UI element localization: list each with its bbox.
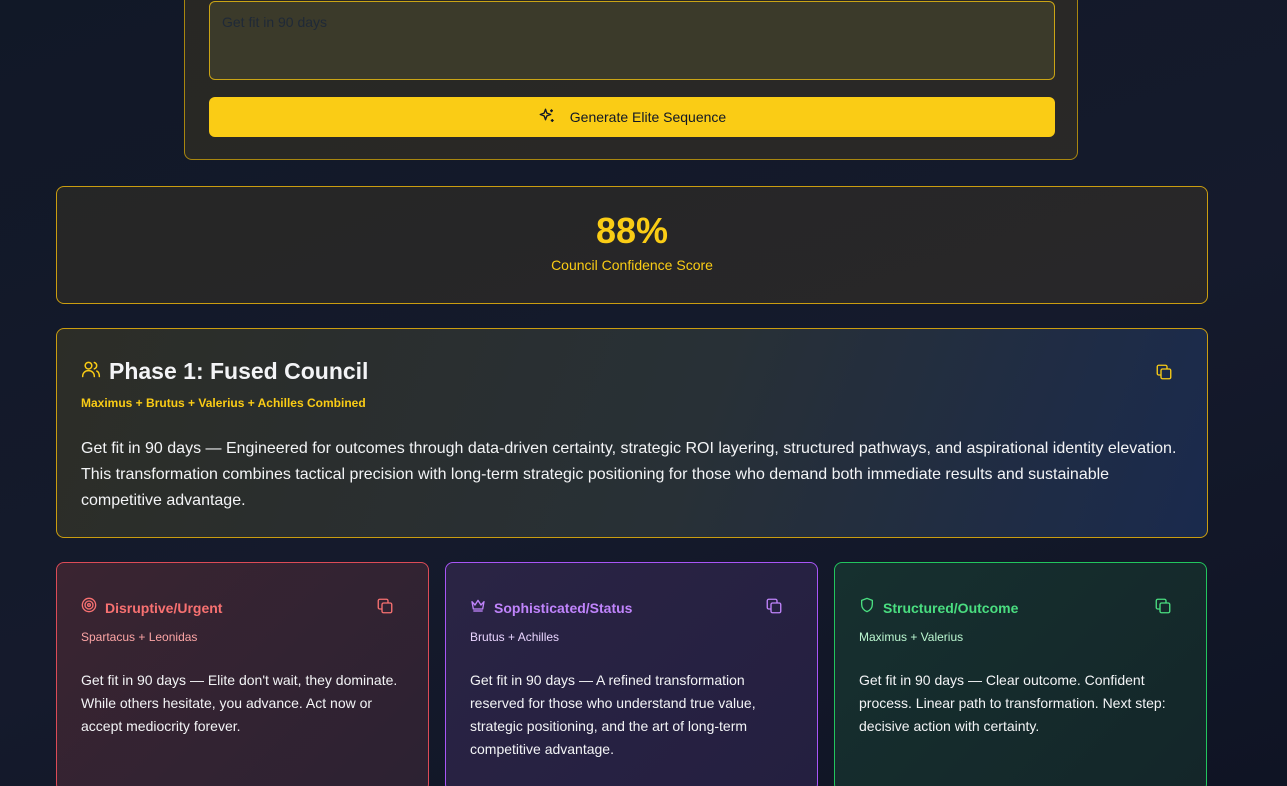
- variant-card-sophisticated: Sophisticated/Status Brutus + Achilles G…: [445, 562, 818, 786]
- confidence-score-label: Council Confidence Score: [551, 257, 713, 273]
- variant-header: Sophisticated/Status: [470, 597, 632, 618]
- phase-subtitle: Maximus + Brutus + Valerius + Achilles C…: [81, 396, 366, 410]
- confidence-score-card: 88% Council Confidence Score: [56, 186, 1208, 304]
- variant-card-structured: Structured/Outcome Maximus + Valerius Ge…: [834, 562, 1207, 786]
- variant-title: Sophisticated/Status: [494, 599, 633, 616]
- variant-title: Structured/Outcome: [883, 599, 1019, 616]
- copy-icon: [376, 598, 394, 618]
- copy-icon: [1154, 598, 1172, 618]
- variant-body: Get fit in 90 days — A refined transform…: [470, 672, 756, 757]
- generate-button[interactable]: Generate Elite Sequence: [209, 97, 1055, 137]
- phase-title: Phase 1: Fused Council: [109, 358, 369, 384]
- variant-body: Get fit in 90 days — Elite don't wait, t…: [81, 672, 398, 734]
- copy-icon: [765, 598, 783, 618]
- copy-icon: [1155, 364, 1173, 384]
- confidence-score-value: 88%: [595, 210, 669, 251]
- variant-copy-button[interactable]: [1153, 597, 1173, 617]
- target-icon: [81, 597, 97, 618]
- phase-header: Phase 1: Fused Council: [81, 358, 368, 385]
- variant-copy-button[interactable]: [764, 597, 784, 617]
- variant-subtitle: Brutus + Achilles: [470, 630, 560, 644]
- shield-icon: [859, 597, 875, 618]
- variant-copy-button[interactable]: [375, 597, 395, 617]
- variant-subtitle: Spartacus + Leonidas: [81, 630, 198, 644]
- generate-button-label: Generate Elite Sequence: [569, 109, 727, 125]
- variant-header: Disruptive/Urgent: [81, 597, 222, 618]
- page: Get fit in 90 days Generate Elite Sequen…: [0, 0, 1287, 786]
- sparkles-icon: [538, 107, 556, 128]
- variant-body: Get fit in 90 days — Clear outcome. Conf…: [859, 672, 1166, 734]
- phase-card: Phase 1: Fused Council Maximus + Brutus …: [56, 328, 1208, 538]
- users-icon: [81, 359, 101, 384]
- phase-body: Get fit in 90 days — Engineered for outc…: [81, 440, 1177, 509]
- variant-subtitle: Maximus + Valerius: [859, 630, 964, 644]
- goal-textarea[interactable]: Get fit in 90 days: [209, 1, 1055, 80]
- phase-copy-button[interactable]: [1154, 363, 1174, 383]
- variant-header: Structured/Outcome: [859, 597, 1018, 618]
- variant-card-disruptive: Disruptive/Urgent Spartacus + Leonidas G…: [56, 562, 429, 786]
- crown-icon: [470, 597, 486, 618]
- variant-title: Disruptive/Urgent: [105, 599, 223, 616]
